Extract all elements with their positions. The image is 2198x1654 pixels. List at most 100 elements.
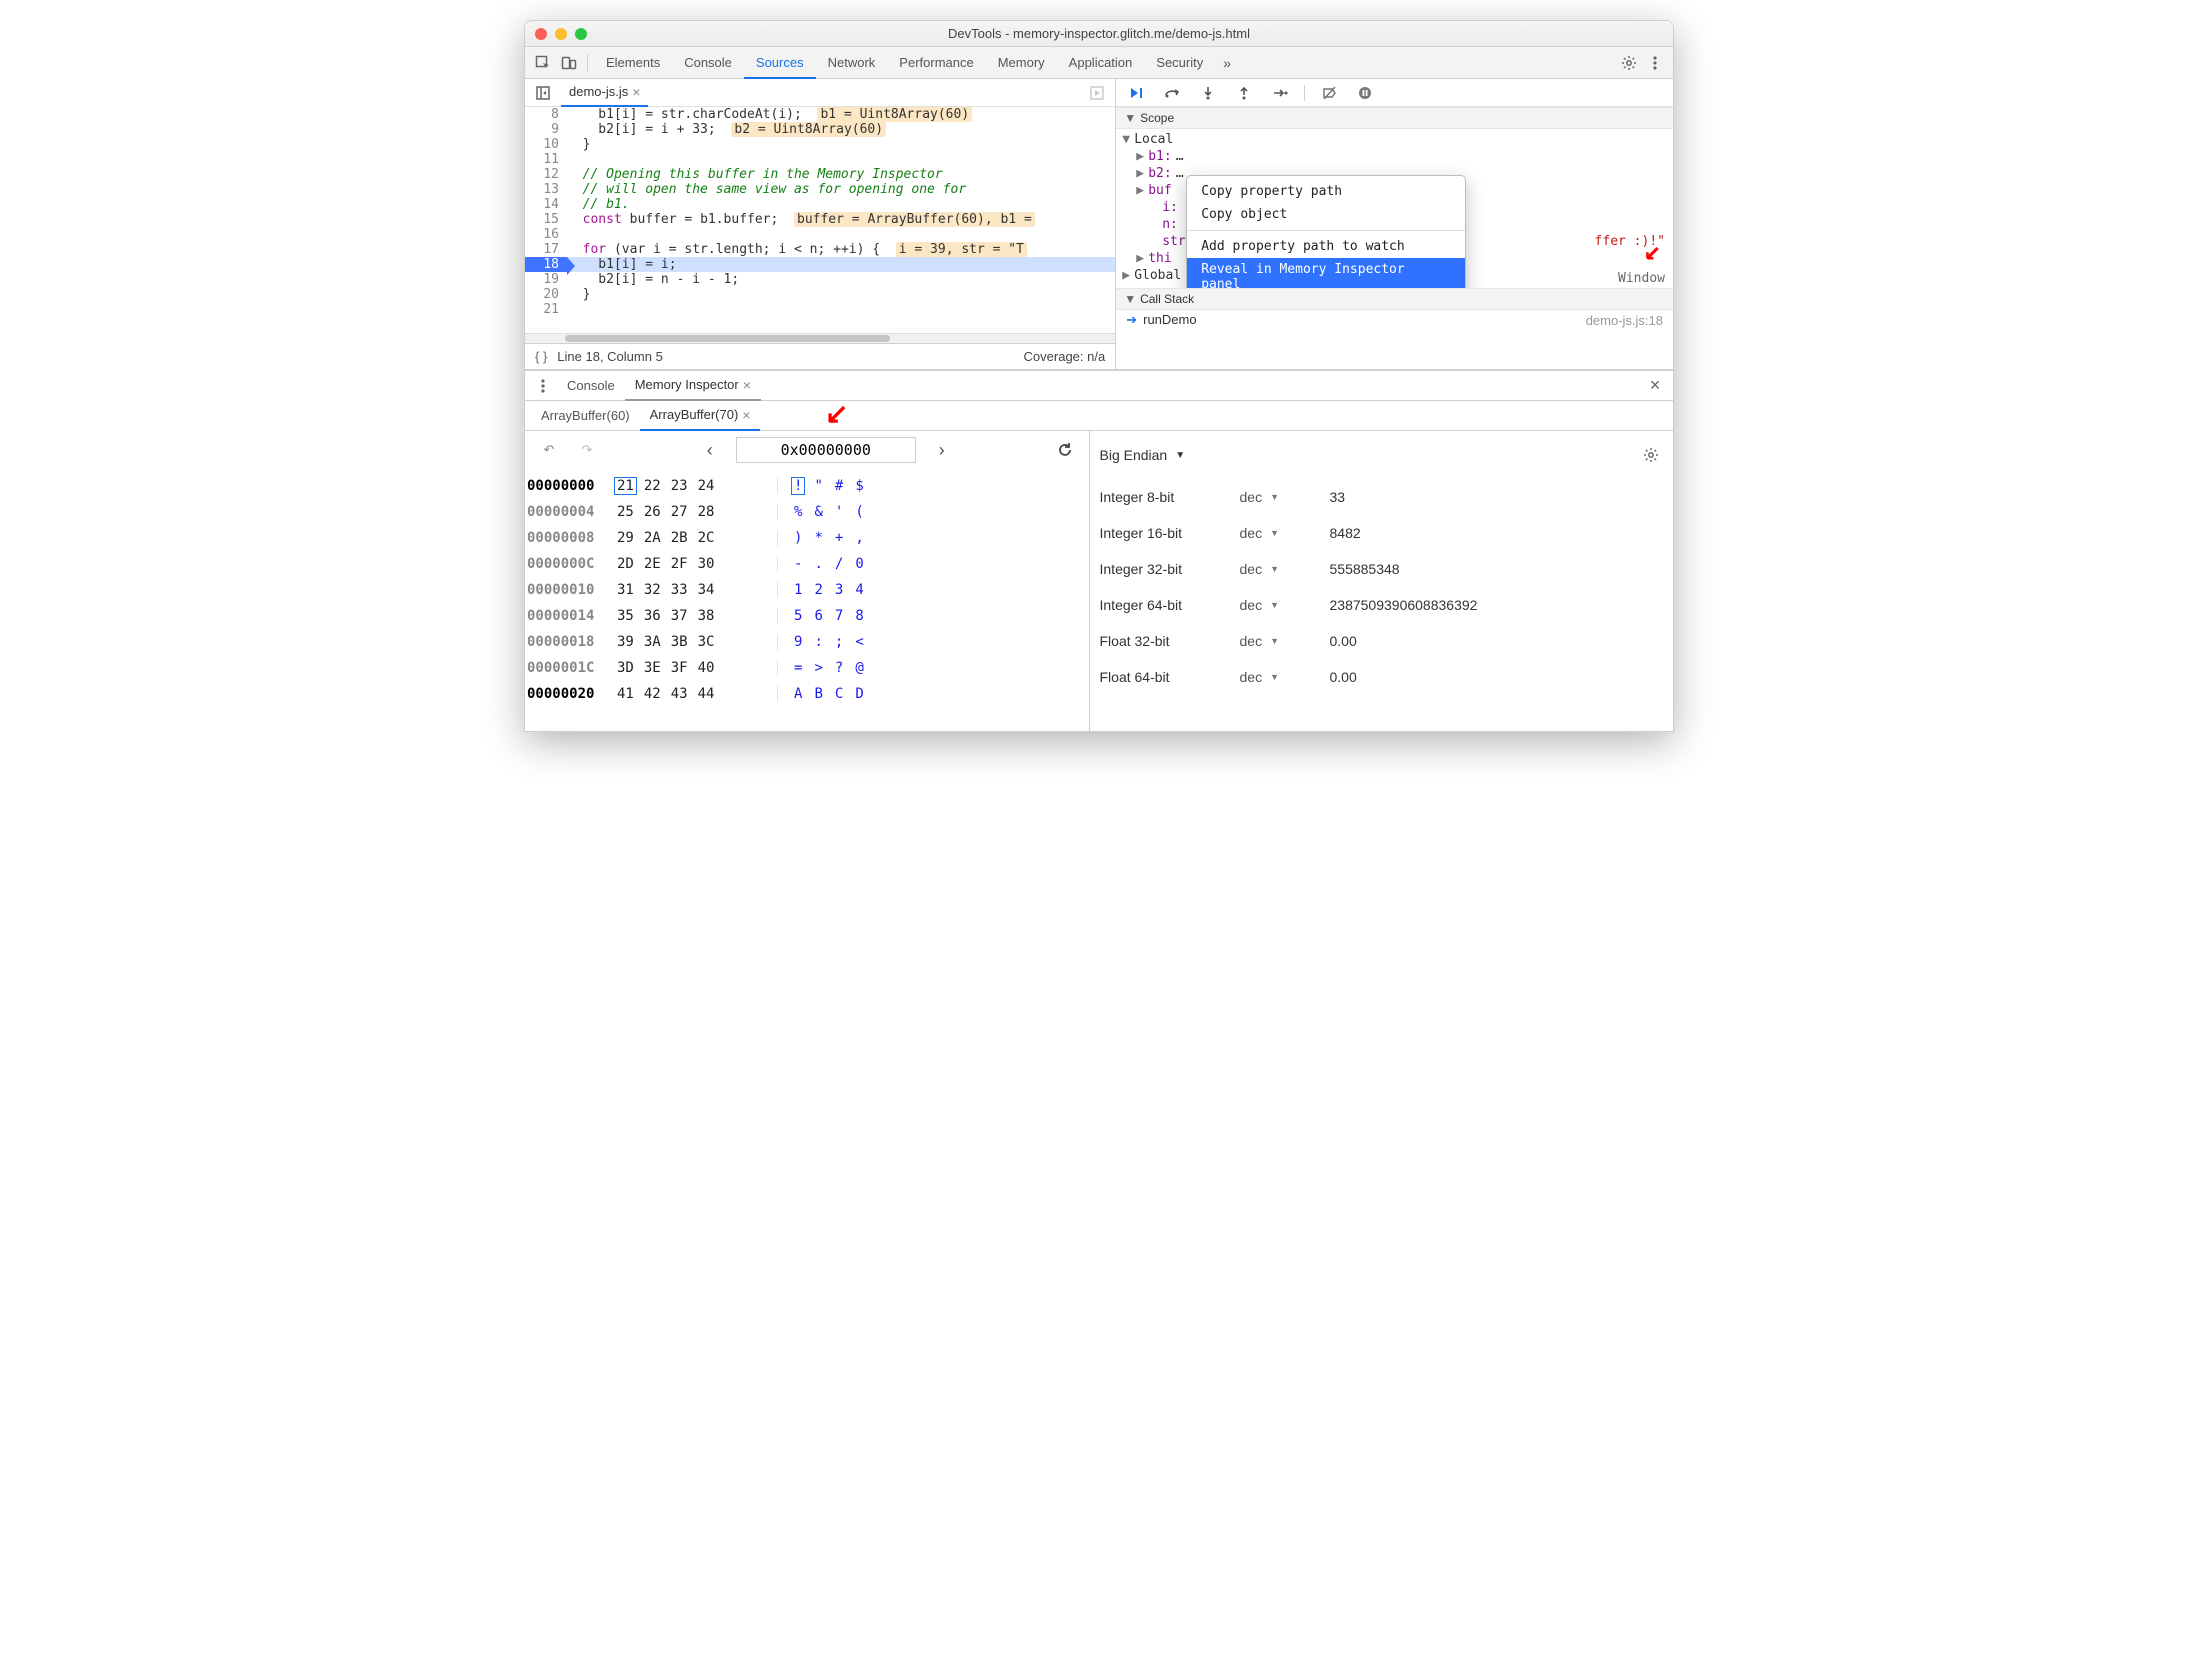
memory-inspector-body: ↶ ↷ ‹ › 0000000021222324!"#$000000042526…: [525, 431, 1673, 731]
titlebar: DevTools - memory-inspector.glitch.me/de…: [525, 21, 1673, 47]
undo-icon[interactable]: ↶: [537, 438, 561, 462]
source-pane: demo-js.js × 8 b1[i] = str.charCodeAt(i)…: [525, 79, 1116, 369]
coverage-status: Coverage: n/a: [1024, 349, 1106, 364]
main-tab-memory[interactable]: Memory: [986, 47, 1057, 79]
dropdown-caret-icon: ▼: [1270, 600, 1279, 610]
step-out-icon[interactable]: [1232, 81, 1256, 105]
current-frame-icon: ➔: [1126, 312, 1137, 327]
main-tab-performance[interactable]: Performance: [887, 47, 985, 79]
drawer: ConsoleMemory Inspector× × ArrayBuffer(6…: [525, 369, 1673, 731]
device-toolbar-icon[interactable]: [557, 51, 581, 75]
run-snippet-icon[interactable]: [1085, 81, 1109, 105]
annotation-arrow-icon: ↙: [825, 397, 848, 430]
prev-page-icon[interactable]: ‹: [698, 438, 722, 462]
source-file-tab[interactable]: demo-js.js ×: [561, 79, 648, 107]
cursor-pos: Line 18, Column 5: [557, 349, 663, 364]
ctx-menu-item[interactable]: Reveal in Memory Inspector panel: [1187, 258, 1465, 288]
interpreter-settings-icon[interactable]: [1639, 443, 1663, 467]
main-tabstrip: ElementsConsoleSourcesNetworkPerformance…: [525, 47, 1673, 79]
interp-row: Integer 16-bitdec▼8482: [1100, 515, 1664, 551]
main-tab-security[interactable]: Security: [1144, 47, 1215, 79]
navigator-toggle-icon[interactable]: [531, 81, 555, 105]
format-dropdown[interactable]: dec▼: [1240, 633, 1330, 649]
redo-icon[interactable]: ↷: [575, 438, 599, 462]
drawer-tabbar: ConsoleMemory Inspector× ×: [525, 371, 1673, 401]
dropdown-caret-icon: ▼: [1270, 564, 1279, 574]
drawer-menu-icon[interactable]: [531, 374, 555, 398]
filename: demo-js.js: [569, 78, 628, 106]
overflow-tabs-icon[interactable]: »: [1217, 55, 1237, 71]
step-icon[interactable]: [1268, 81, 1292, 105]
dropdown-caret-icon: ▼: [1270, 636, 1279, 646]
interp-row: Integer 32-bitdec▼555885348: [1100, 551, 1664, 587]
dropdown-caret-icon: ▼: [1270, 492, 1279, 502]
close-drawer-icon[interactable]: ×: [1643, 374, 1667, 398]
format-dropdown[interactable]: dec▼: [1240, 489, 1330, 505]
callstack-header[interactable]: ▼Call Stack: [1116, 288, 1673, 310]
buffer-tab[interactable]: ArrayBuffer(60): [531, 401, 640, 431]
separator: [1304, 85, 1305, 101]
step-over-icon[interactable]: [1160, 81, 1184, 105]
deactivate-breakpoints-icon[interactable]: [1317, 81, 1341, 105]
address-input[interactable]: [736, 437, 916, 463]
ctx-menu-item[interactable]: Copy property path: [1187, 180, 1465, 203]
address-nav: ↶ ↷ ‹ ›: [525, 431, 1089, 469]
value-interpreter: Big Endian ▼ Integer 8-bitdec▼33Integer …: [1090, 431, 1674, 731]
code-editor[interactable]: 8 b1[i] = str.charCodeAt(i); b1 = Uint8A…: [525, 107, 1115, 333]
scope-local-label: Local: [1134, 132, 1173, 147]
devtools-window: DevTools - memory-inspector.glitch.me/de…: [524, 20, 1674, 732]
separator: [587, 54, 588, 72]
drawer-tab-memory-inspector[interactable]: Memory Inspector×: [625, 371, 761, 401]
scope-global-label: Global: [1134, 268, 1181, 283]
hex-viewer: ↶ ↷ ‹ › 0000000021222324!"#$000000042526…: [525, 431, 1090, 731]
step-into-icon[interactable]: [1196, 81, 1220, 105]
drawer-tab-console[interactable]: Console: [557, 371, 625, 401]
main-tab-console[interactable]: Console: [672, 47, 744, 79]
sources-body: demo-js.js × 8 b1[i] = str.charCodeAt(i)…: [525, 79, 1673, 369]
scope-var[interactable]: ▶b1:…: [1136, 148, 1667, 165]
interp-row: Float 64-bitdec▼0.00: [1100, 659, 1664, 695]
debugger-toolbar: [1116, 79, 1673, 107]
editor-statusbar: { } Line 18, Column 5 Coverage: n/a: [525, 343, 1115, 369]
context-menu[interactable]: Copy property pathCopy object Add propert…: [1186, 175, 1466, 288]
ctx-menu-item[interactable]: Add property path to watch: [1187, 235, 1465, 258]
format-dropdown[interactable]: dec▼: [1240, 561, 1330, 577]
dropdown-caret-icon: ▼: [1175, 450, 1185, 461]
editor-hscrollbar[interactable]: [525, 333, 1115, 343]
format-dropdown[interactable]: dec▼: [1240, 669, 1330, 685]
interp-row: Integer 8-bitdec▼33: [1100, 479, 1664, 515]
resume-icon[interactable]: [1124, 81, 1148, 105]
next-page-icon[interactable]: ›: [930, 438, 954, 462]
main-tab-application[interactable]: Application: [1057, 47, 1145, 79]
close-tab-icon[interactable]: ×: [742, 408, 750, 422]
dropdown-caret-icon: ▼: [1270, 528, 1279, 538]
settings-gear-icon[interactable]: [1617, 51, 1641, 75]
memory-inspector-tabs: ArrayBuffer(60)ArrayBuffer(70)× ↙: [525, 401, 1673, 431]
refresh-icon[interactable]: [1053, 438, 1077, 462]
callstack-row[interactable]: ➔runDemo demo-js.js:18: [1116, 310, 1673, 330]
scope-header[interactable]: ▼Scope: [1116, 107, 1673, 129]
inspect-element-icon[interactable]: [531, 51, 555, 75]
dropdown-caret-icon: ▼: [1270, 672, 1279, 682]
braces-icon[interactable]: { }: [535, 349, 547, 364]
source-tabbar: demo-js.js ×: [525, 79, 1115, 107]
pause-on-exceptions-icon[interactable]: [1353, 81, 1377, 105]
interp-row: Float 32-bitdec▼0.00: [1100, 623, 1664, 659]
global-window-value: Window: [1618, 271, 1665, 286]
format-dropdown[interactable]: dec▼: [1240, 597, 1330, 613]
format-dropdown[interactable]: dec▼: [1240, 525, 1330, 541]
hex-grid[interactable]: 0000000021222324!"#$0000000425262728%&'(…: [525, 469, 1089, 707]
endian-dropdown[interactable]: Big Endian ▼: [1100, 447, 1186, 463]
main-tab-sources[interactable]: Sources: [744, 47, 816, 79]
scope-body: ▼Local ▶b1:…▶b2:…▶bufi:n:strffer :)!"▶th…: [1116, 129, 1673, 288]
buffer-tab[interactable]: ArrayBuffer(70)×: [640, 401, 761, 431]
debugger-pane: ▼Scope ▼Local ▶b1:…▶b2:…▶bufi:n:strffer …: [1116, 79, 1673, 369]
interp-row: Integer 64-bitdec▼2387509390608836392: [1100, 587, 1664, 623]
main-tab-network[interactable]: Network: [816, 47, 888, 79]
ctx-menu-item[interactable]: Copy object: [1187, 203, 1465, 226]
main-tab-elements[interactable]: Elements: [594, 47, 672, 79]
close-tab-icon[interactable]: ×: [743, 378, 751, 392]
window-title: DevTools - memory-inspector.glitch.me/de…: [525, 26, 1673, 41]
close-tab-icon[interactable]: ×: [632, 85, 640, 99]
more-menu-icon[interactable]: [1643, 51, 1667, 75]
